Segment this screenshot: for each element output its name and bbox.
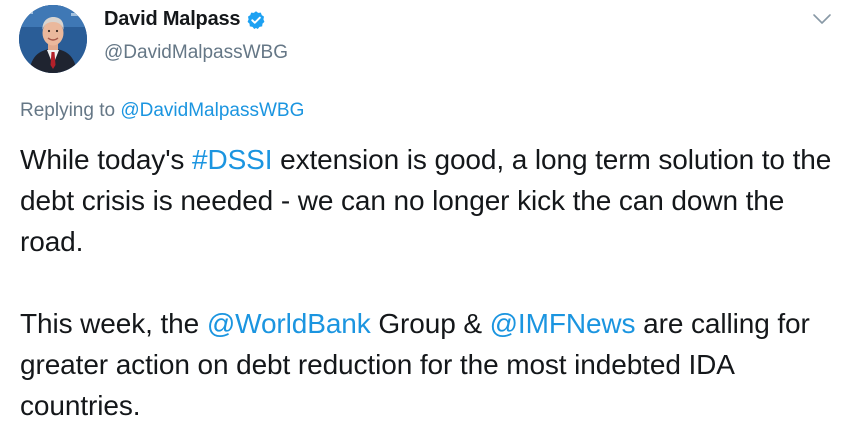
tweet-text-segment: This week, the	[20, 308, 207, 339]
profile-photo-icon	[19, 5, 87, 73]
verified-badge-icon	[246, 10, 266, 30]
author-display-name[interactable]: David Malpass	[104, 8, 241, 31]
replying-to-mention-link[interactable]: @DavidMalpassWBG	[120, 100, 304, 121]
tweet-text: While today's #DSSI extension is good, a…	[20, 139, 840, 426]
replying-to-line: Replying to @DavidMalpassWBG	[20, 100, 304, 122]
tweet-paragraph-2: This week, the @WorldBank Group & @IMFNe…	[20, 303, 840, 426]
chevron-down-icon[interactable]	[812, 12, 832, 26]
mention-worldbank-link[interactable]: @WorldBank	[207, 308, 371, 339]
replying-to-label: Replying to	[20, 100, 121, 121]
tweet-text-segment: While today's	[20, 144, 193, 175]
tweet-card: David Malpass @DavidMalpassWBG Replying …	[0, 0, 850, 447]
author-handle[interactable]: @DavidMalpassWBG	[104, 42, 288, 64]
avatar[interactable]	[19, 5, 87, 73]
tweet-text-segment: Group &	[370, 308, 490, 339]
mention-imfnews-link[interactable]: @IMFNews	[490, 308, 636, 339]
author-name-row[interactable]: David Malpass	[104, 8, 266, 31]
hashtag-dssi-link[interactable]: #DSSI	[192, 144, 273, 175]
tweet-paragraph-1: While today's #DSSI extension is good, a…	[20, 139, 840, 262]
